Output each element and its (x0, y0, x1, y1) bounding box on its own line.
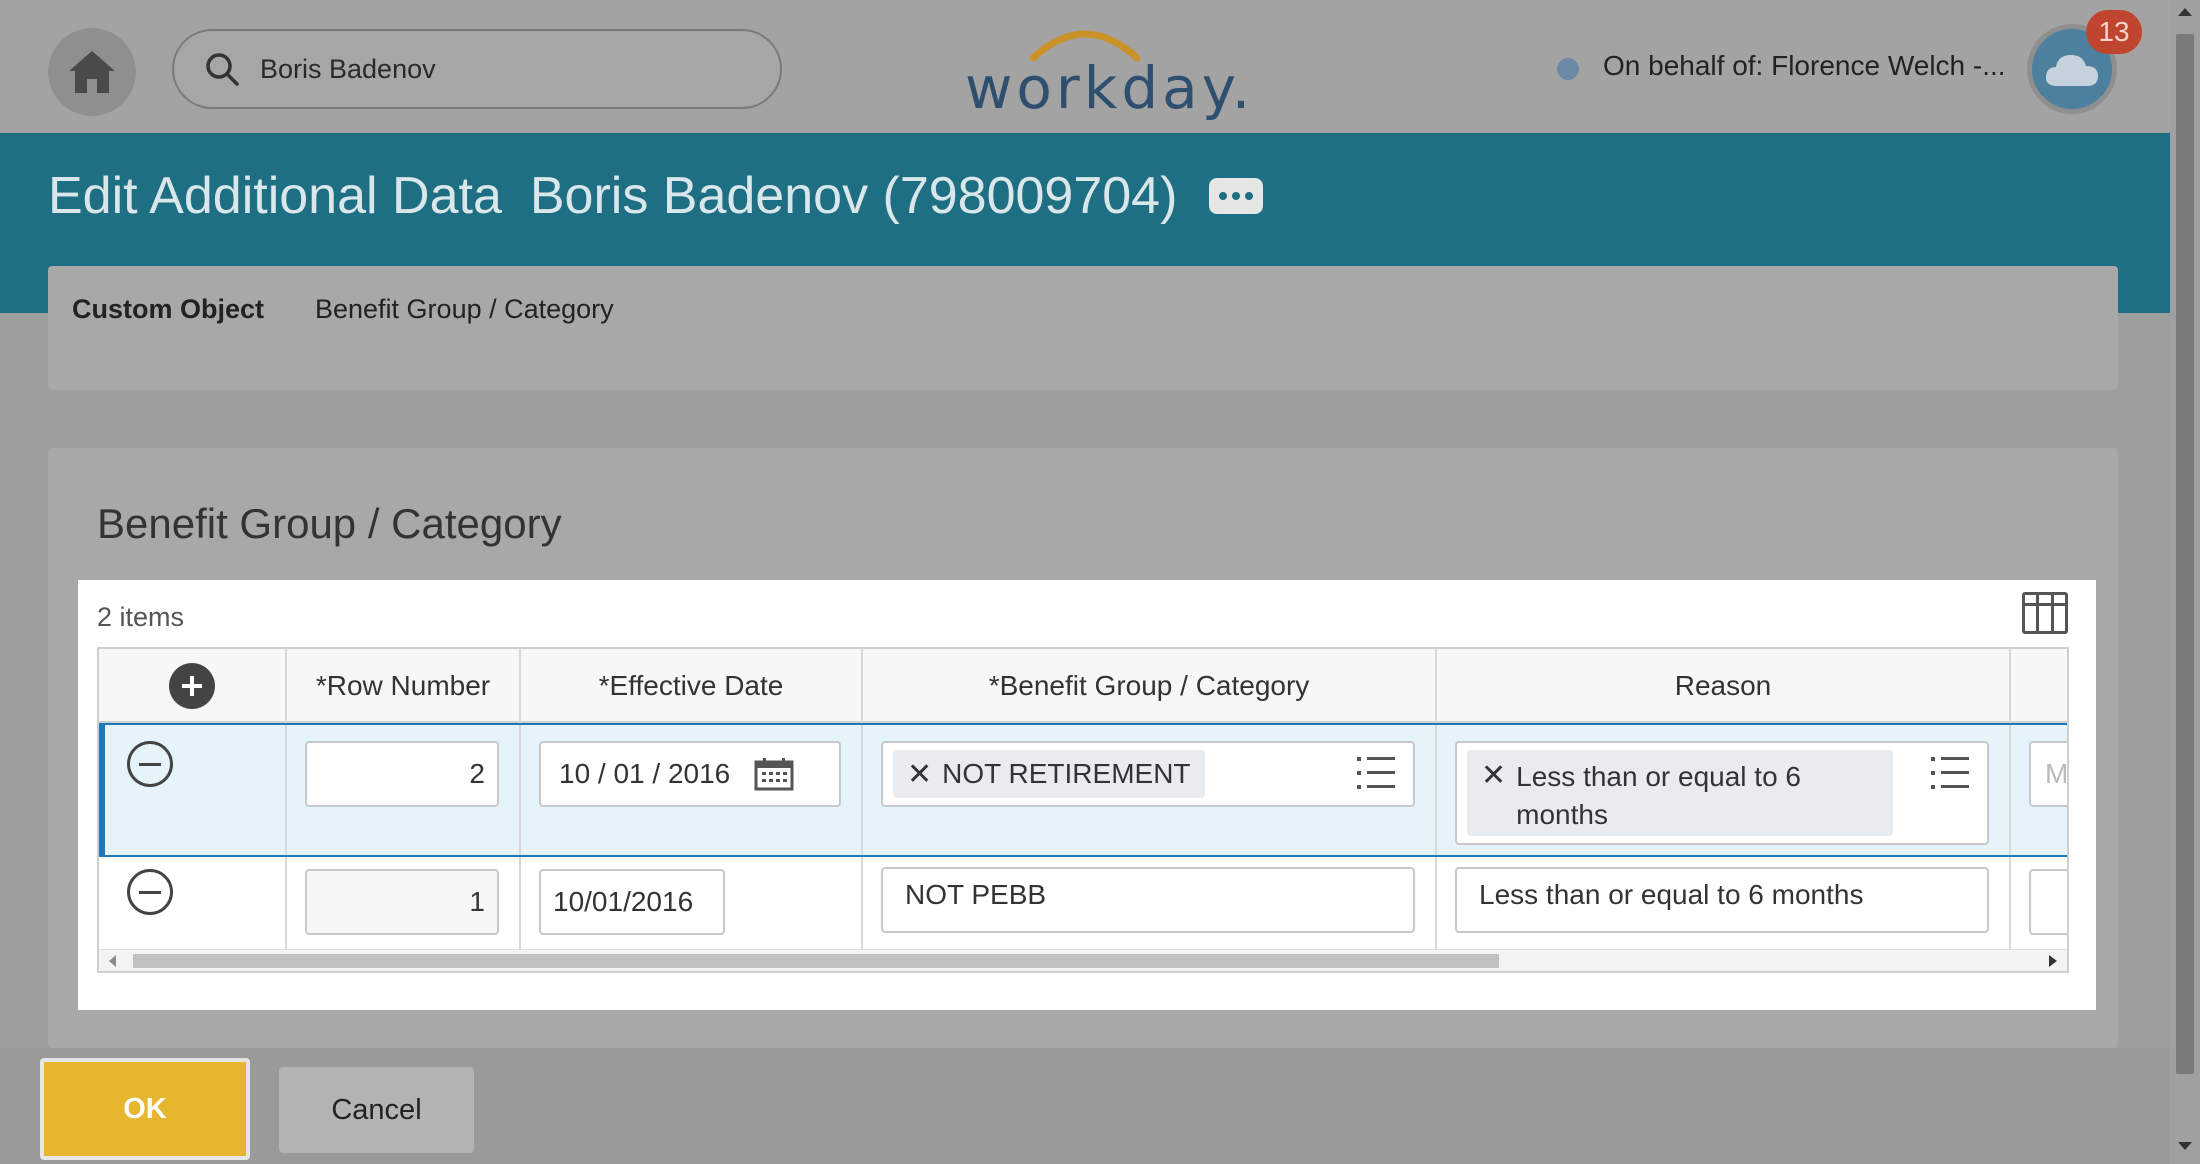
search-bar[interactable] (172, 29, 782, 109)
remove-row-button[interactable] (127, 869, 173, 915)
row-number-input[interactable]: 2 (305, 741, 499, 807)
header-row-number[interactable]: *Row Number (287, 649, 521, 723)
page-scrollbar[interactable] (2170, 0, 2200, 1164)
benefit-group-value: NOT RETIREMENT (942, 758, 1191, 789)
home-icon (69, 51, 115, 93)
cancel-button[interactable]: Cancel (279, 1067, 474, 1153)
next-column-input[interactable]: M (2029, 741, 2067, 807)
reason-list-icon[interactable] (1931, 757, 1969, 789)
scroll-down-arrow-icon[interactable] (2178, 1142, 2192, 1150)
reason-value: Less than or equal to 6 months (1516, 758, 1801, 834)
data-grid: 2 items *Row Number *Effective Date *Ben… (78, 580, 2096, 1010)
search-input[interactable] (260, 53, 760, 85)
scroll-up-arrow-icon[interactable] (2178, 8, 2192, 16)
horizontal-scrollbar[interactable] (99, 949, 2067, 971)
home-button[interactable] (48, 28, 136, 116)
scroll-right-arrow-icon[interactable] (2049, 955, 2057, 967)
benefit-group-readonly: NOT PEBB (881, 867, 1415, 933)
add-column-header (99, 649, 287, 723)
header-reason[interactable]: Reason (1437, 649, 2011, 723)
reason-prompt[interactable]: ✕ Less than or equal to 6 months (1455, 741, 1989, 845)
remove-row-button[interactable] (127, 741, 173, 787)
custom-object-value: Benefit Group / Category (315, 294, 614, 324)
horizontal-scroll-thumb[interactable] (133, 954, 1499, 968)
selected-benefit-group-pill: ✕ NOT RETIREMENT (893, 750, 1205, 798)
benefit-group-prompt[interactable]: ✕ NOT RETIREMENT (881, 741, 1415, 807)
workday-logo[interactable]: workday. (965, 16, 1250, 122)
reason-line-2: months (1516, 799, 1608, 830)
prompt-list-icon[interactable] (1357, 757, 1395, 789)
column-chooser-icon[interactable] (2022, 592, 2068, 634)
row-number-readonly: 1 (305, 869, 499, 935)
page-scroll-thumb[interactable] (2176, 34, 2194, 1074)
cloud-icon (2045, 55, 2098, 86)
calendar-icon[interactable] (754, 757, 794, 791)
reason-readonly: Less than or equal to 6 months (1455, 867, 1989, 933)
add-row-button[interactable] (169, 663, 215, 709)
header-benefit-group[interactable]: *Benefit Group / Category (863, 649, 1437, 723)
effective-date-input[interactable]: 10 / 01 / 2016 (539, 741, 841, 807)
on-behalf-of-label[interactable]: On behalf of: Florence Welch -... (1603, 50, 2006, 82)
table-row[interactable]: 2 10 / 01 / 2016 ✕ NOT RETIREMENT ✕ Less… (99, 723, 2067, 857)
reason-line-1: Less than or equal to 6 (1516, 761, 1802, 792)
page-title: Edit Additional Data Boris Badenov (7980… (48, 166, 1264, 226)
logo-text: workday. (965, 54, 1255, 122)
next-column-readonly (2029, 869, 2067, 935)
effective-date-value: 10 / 01 / 2016 (559, 758, 731, 789)
table-header: *Row Number *Effective Date *Benefit Gro… (99, 649, 2067, 723)
table-row[interactable]: 1 10/01/2016 NOT PEBB Less than or equal… (99, 857, 2067, 953)
selected-reason-pill: ✕ Less than or equal to 6 months (1467, 750, 1893, 836)
notification-badge[interactable]: 13 (2086, 10, 2142, 54)
remove-selection-x-icon[interactable]: ✕ (907, 757, 932, 792)
custom-object-label: Custom Object (72, 294, 265, 324)
status-dot (1557, 58, 1579, 80)
custom-object-panel: Custom Object Benefit Group / Category (48, 266, 2118, 390)
ok-button[interactable]: OK (40, 1058, 250, 1160)
benefit-table: *Row Number *Effective Date *Benefit Gro… (97, 647, 2069, 973)
section-title: Benefit Group / Category (97, 500, 562, 547)
item-count: 2 items (97, 602, 185, 632)
page-title-text: Edit Additional Data (48, 167, 502, 225)
effective-date-readonly: 10/01/2016 (539, 869, 725, 935)
remove-reason-x-icon[interactable]: ✕ (1481, 758, 1506, 793)
scroll-left-arrow-icon[interactable] (109, 955, 116, 967)
header-effective-date[interactable]: *Effective Date (521, 649, 863, 723)
related-actions-button[interactable] (1209, 178, 1264, 214)
search-icon (200, 47, 244, 91)
plus-icon (182, 676, 202, 696)
worker-name[interactable]: Boris Badenov (798009704) (530, 166, 1178, 226)
